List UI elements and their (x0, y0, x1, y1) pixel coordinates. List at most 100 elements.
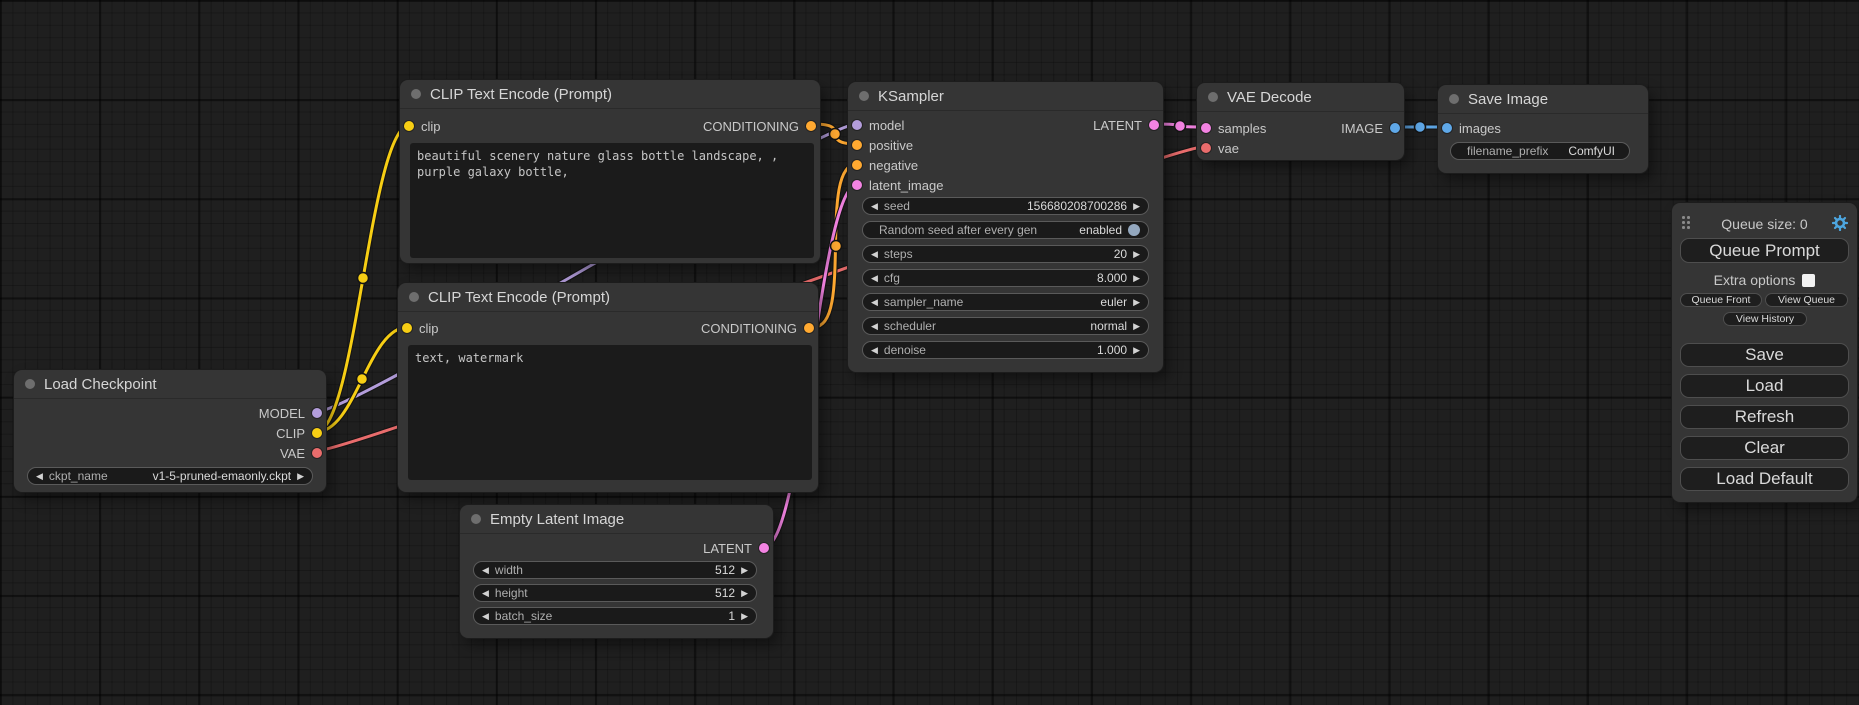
output-slot-model[interactable] (312, 408, 322, 418)
link-dot (830, 129, 841, 140)
load-default-button[interactable]: Load Default (1680, 467, 1849, 491)
node-title-bar[interactable]: VAE Decode (1197, 83, 1404, 112)
load-button[interactable]: Load (1680, 374, 1849, 398)
queue-prompt-button[interactable]: Queue Prompt (1680, 238, 1849, 263)
widget-cfg[interactable]: ◀ cfg 8.000 ▶ (862, 269, 1149, 287)
increment-arrow-icon[interactable]: ▶ (1133, 341, 1140, 359)
node-title-bar[interactable]: Save Image (1438, 85, 1648, 114)
increment-arrow-icon[interactable]: ▶ (1133, 197, 1140, 215)
widget-height[interactable]: ◀ height 512 ▶ (473, 584, 757, 602)
node-load-checkpoint[interactable]: Load Checkpoint MODEL CLIP VAE ◀ ckpt_na… (14, 370, 326, 492)
increment-arrow-icon[interactable]: ▶ (741, 584, 748, 602)
node-graph-canvas[interactable]: Load Checkpoint MODEL CLIP VAE ◀ ckpt_na… (0, 0, 1859, 705)
input-slot-negative[interactable] (852, 160, 862, 170)
increment-arrow-icon[interactable]: ▶ (1133, 269, 1140, 287)
input-slot-images[interactable] (1442, 123, 1452, 133)
node-empty-latent-image[interactable]: Empty Latent Image LATENT ◀ width 512 ▶ … (460, 505, 773, 638)
collapse-dot-icon[interactable] (471, 514, 481, 524)
node-title: CLIP Text Encode (Prompt) (430, 86, 612, 103)
increment-arrow-icon[interactable]: ▶ (1133, 293, 1140, 311)
output-slot-image[interactable] (1390, 123, 1400, 133)
node-title-bar[interactable]: CLIP Text Encode (Prompt) (400, 80, 820, 109)
collapse-dot-icon[interactable] (411, 89, 421, 99)
link-dot (1175, 121, 1186, 132)
widget-random-seed-toggle[interactable]: Random seed after every gen enabled (862, 221, 1149, 239)
decrement-arrow-icon[interactable]: ◀ (871, 245, 878, 263)
queue-panel: Queue size: 0 Queue Prompt Extra options (1672, 203, 1857, 502)
node-save-image[interactable]: Save Image images filename_prefix ComfyU… (1438, 85, 1648, 173)
input-slot-vae[interactable] (1201, 143, 1211, 153)
input-slot-positive[interactable] (852, 140, 862, 150)
refresh-button[interactable]: Refresh (1680, 405, 1849, 429)
collapse-dot-icon[interactable] (1449, 94, 1459, 104)
increment-arrow-icon[interactable]: ▶ (1133, 245, 1140, 263)
increment-arrow-icon[interactable]: ▶ (741, 561, 748, 579)
widget-sampler-name[interactable]: ◀ sampler_name euler ▶ (862, 293, 1149, 311)
input-slot-samples[interactable] (1201, 123, 1211, 133)
decrement-arrow-icon[interactable]: ◀ (871, 293, 878, 311)
drag-handle-icon[interactable] (1682, 216, 1690, 229)
output-slot-latent[interactable] (759, 543, 769, 553)
view-queue-button[interactable]: View Queue (1765, 293, 1848, 307)
decrement-arrow-icon[interactable]: ◀ (871, 197, 878, 215)
node-ksampler[interactable]: KSampler model LATENT positive negative … (848, 82, 1163, 372)
widget-value: normal (1090, 319, 1127, 333)
collapse-dot-icon[interactable] (25, 379, 35, 389)
input-slot-latent-image[interactable] (852, 180, 862, 190)
widget-filename-prefix[interactable]: filename_prefix ComfyUI (1450, 142, 1630, 160)
view-history-button[interactable]: View History (1723, 312, 1807, 326)
save-button[interactable]: Save (1680, 343, 1849, 367)
negative-prompt-textarea[interactable]: text, watermark (408, 345, 812, 480)
link-dot (831, 241, 842, 252)
node-title-bar[interactable]: CLIP Text Encode (Prompt) (398, 283, 818, 312)
decrement-arrow-icon[interactable]: ◀ (482, 584, 489, 602)
node-clip-text-encode-negative[interactable]: CLIP Text Encode (Prompt) clip CONDITION… (398, 283, 818, 492)
output-slot-latent[interactable] (1149, 120, 1159, 130)
collapse-dot-icon[interactable] (1208, 92, 1218, 102)
decrement-arrow-icon[interactable]: ◀ (871, 269, 878, 287)
output-slot-conditioning[interactable] (804, 323, 814, 333)
node-title: VAE Decode (1227, 89, 1312, 106)
widget-width[interactable]: ◀ width 512 ▶ (473, 561, 757, 579)
node-title-bar[interactable]: Empty Latent Image (460, 505, 773, 534)
output-slot-conditioning[interactable] (806, 121, 816, 131)
node-title-bar[interactable]: KSampler (848, 82, 1163, 111)
widget-batch-size[interactable]: ◀ batch_size 1 ▶ (473, 607, 757, 625)
widget-scheduler[interactable]: ◀ scheduler normal ▶ (862, 317, 1149, 335)
node-clip-text-encode-positive[interactable]: CLIP Text Encode (Prompt) clip CONDITION… (400, 80, 820, 263)
decrement-arrow-icon[interactable]: ◀ (36, 467, 43, 485)
positive-prompt-textarea[interactable]: beautiful scenery nature glass bottle la… (410, 143, 814, 258)
settings-gear-icon[interactable] (1832, 215, 1848, 231)
widget-denoise[interactable]: ◀ denoise 1.000 ▶ (862, 341, 1149, 359)
widget-label: ckpt_name (49, 469, 108, 483)
collapse-dot-icon[interactable] (859, 91, 869, 101)
widget-seed[interactable]: ◀ seed 156680208700286 ▶ (862, 197, 1149, 215)
widget-value: 1.000 (1097, 343, 1127, 357)
input-slot-model[interactable] (852, 120, 862, 130)
widget-value: ComfyUI (1568, 144, 1615, 158)
output-slot-vae[interactable] (312, 448, 322, 458)
node-vae-decode[interactable]: VAE Decode samples IMAGE vae (1197, 83, 1404, 160)
output-slot-clip[interactable] (312, 428, 322, 438)
input-slot-clip[interactable] (402, 323, 412, 333)
increment-arrow-icon[interactable]: ▶ (1133, 317, 1140, 335)
decrement-arrow-icon[interactable]: ◀ (482, 607, 489, 625)
link-dot (357, 374, 368, 385)
decrement-arrow-icon[interactable]: ◀ (871, 341, 878, 359)
increment-arrow-icon[interactable]: ▶ (741, 607, 748, 625)
widget-steps[interactable]: ◀ steps 20 ▶ (862, 245, 1149, 263)
widget-label: denoise (884, 343, 926, 357)
widget-label: sampler_name (884, 295, 963, 309)
input-slot-clip[interactable] (404, 121, 414, 131)
widget-label: scheduler (884, 319, 936, 333)
clear-button[interactable]: Clear (1680, 436, 1849, 460)
node-title-bar[interactable]: Load Checkpoint (14, 370, 326, 399)
collapse-dot-icon[interactable] (409, 292, 419, 302)
decrement-arrow-icon[interactable]: ◀ (482, 561, 489, 579)
widget-ckpt-name[interactable]: ◀ ckpt_name v1-5-pruned-emaonly.ckpt ▶ (27, 467, 313, 485)
extra-options-checkbox[interactable] (1802, 274, 1815, 287)
toggle-enabled-icon[interactable] (1128, 224, 1140, 236)
increment-arrow-icon[interactable]: ▶ (297, 467, 304, 485)
queue-front-button[interactable]: Queue Front (1680, 293, 1762, 307)
decrement-arrow-icon[interactable]: ◀ (871, 317, 878, 335)
